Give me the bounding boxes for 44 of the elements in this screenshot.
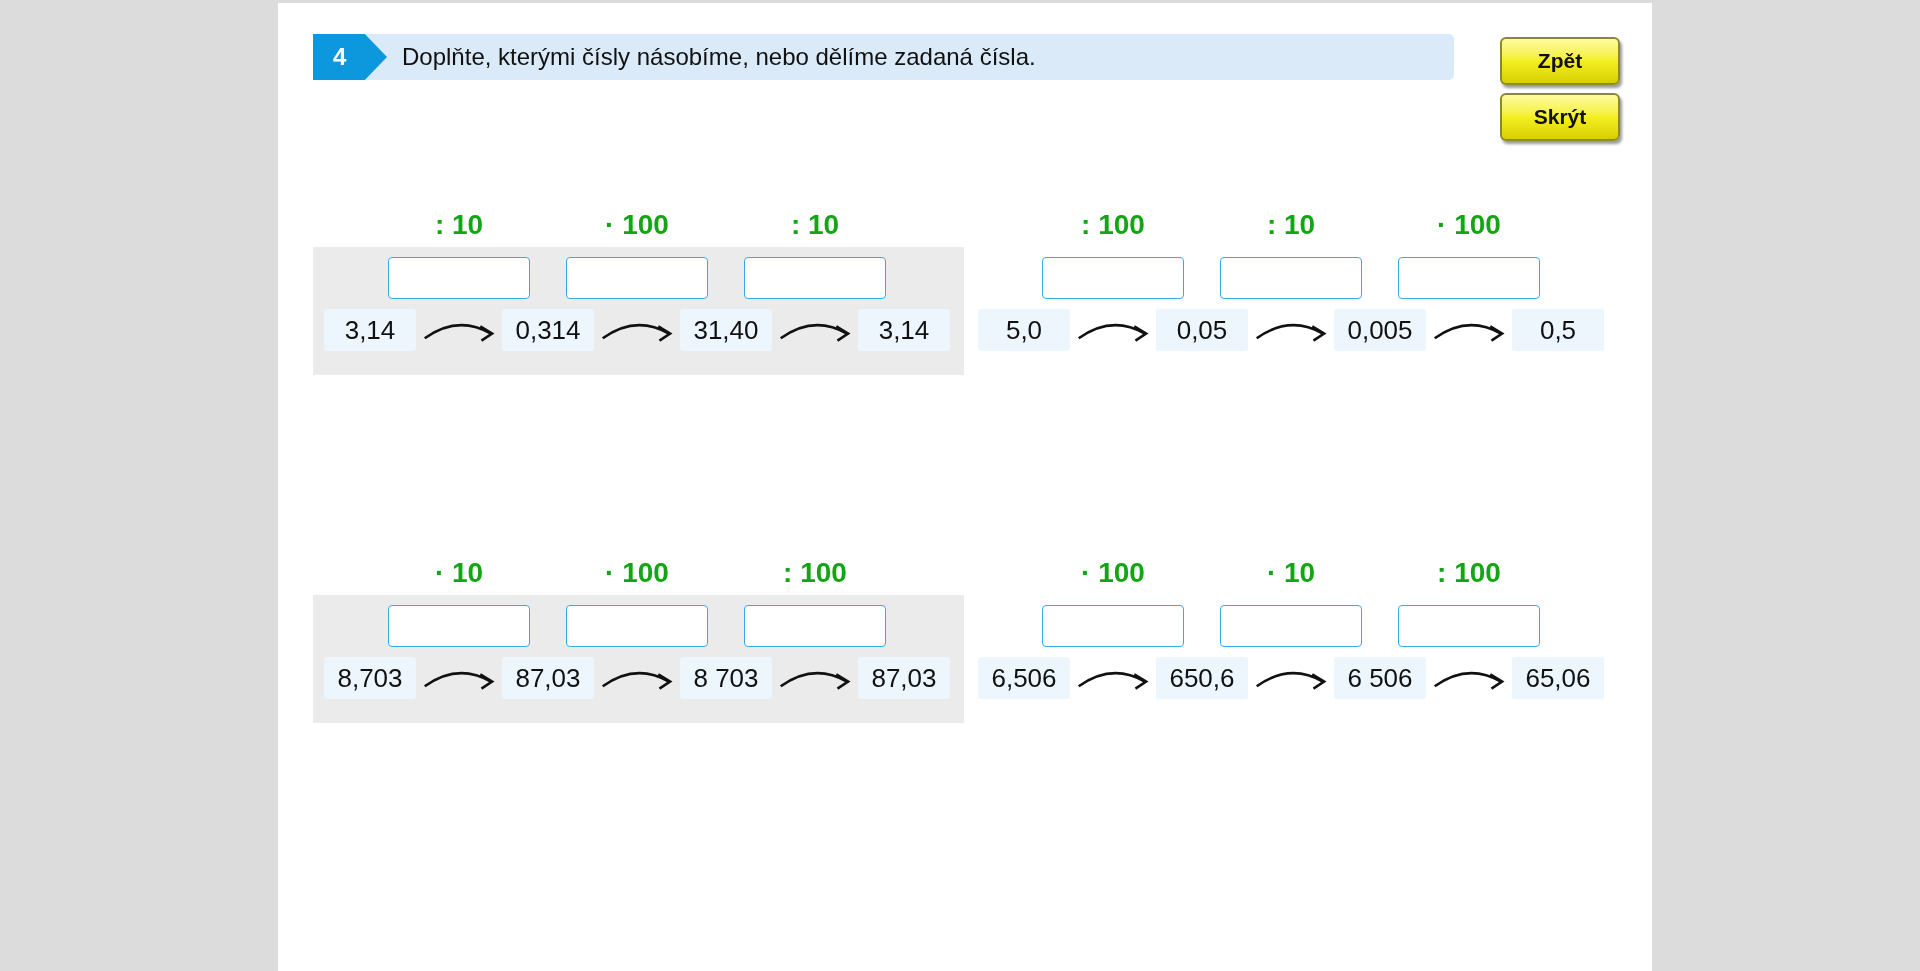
- task-number: 4: [313, 34, 387, 80]
- answer-field[interactable]: [388, 605, 530, 647]
- nav-button[interactable]: Zpět: [1500, 37, 1620, 85]
- operation-label: · 100: [605, 556, 669, 590]
- answer-field[interactable]: [1398, 605, 1540, 647]
- answer-field[interactable]: [744, 605, 886, 647]
- answer-field[interactable]: [566, 605, 708, 647]
- number-value: 8 703: [680, 657, 772, 699]
- operation-label: · 10: [1266, 556, 1316, 590]
- answer-field[interactable]: [744, 257, 886, 299]
- answer-field[interactable]: [1042, 257, 1184, 299]
- number-value: 0,005: [1334, 309, 1426, 351]
- operation-label: : 100: [1081, 208, 1145, 242]
- number-value: 31,40: [680, 309, 772, 351]
- number-value: 6 506: [1334, 657, 1426, 699]
- number-value: 5,0: [978, 309, 1070, 351]
- number-value: 0,05: [1156, 309, 1248, 351]
- number-value: 8,703: [324, 657, 416, 699]
- answer-field[interactable]: [566, 257, 708, 299]
- operation-label: · 10: [434, 556, 484, 590]
- answer-field[interactable]: [1398, 257, 1540, 299]
- number-value: 3,14: [324, 309, 416, 351]
- answer-field[interactable]: [1042, 605, 1184, 647]
- operation-label: : 10: [790, 208, 840, 242]
- number-value: 87,03: [858, 657, 950, 699]
- operation-label: : 10: [434, 208, 484, 242]
- answer-field[interactable]: [1220, 257, 1362, 299]
- operation-label: · 100: [605, 208, 669, 242]
- operation-label: : 100: [783, 556, 847, 590]
- number-value: 0,314: [502, 309, 594, 351]
- nav-button[interactable]: Skrýt: [1500, 93, 1620, 141]
- operation-label: · 100: [1081, 556, 1145, 590]
- number-value: 3,14: [858, 309, 950, 351]
- operation-label: : 10: [1266, 208, 1316, 242]
- answer-field[interactable]: [1220, 605, 1362, 647]
- number-value: 650,6: [1156, 657, 1248, 699]
- number-value: 65,06: [1512, 657, 1604, 699]
- answer-field[interactable]: [388, 257, 530, 299]
- number-value: 0,5: [1512, 309, 1604, 351]
- number-value: 87,03: [502, 657, 594, 699]
- operation-label: · 100: [1437, 208, 1501, 242]
- task-instruction: Doplňte, kterými čísly násobíme, nebo dělíme zadaná čísla.: [402, 42, 1036, 72]
- number-value: 6,506: [978, 657, 1070, 699]
- operation-label: : 100: [1437, 556, 1501, 590]
